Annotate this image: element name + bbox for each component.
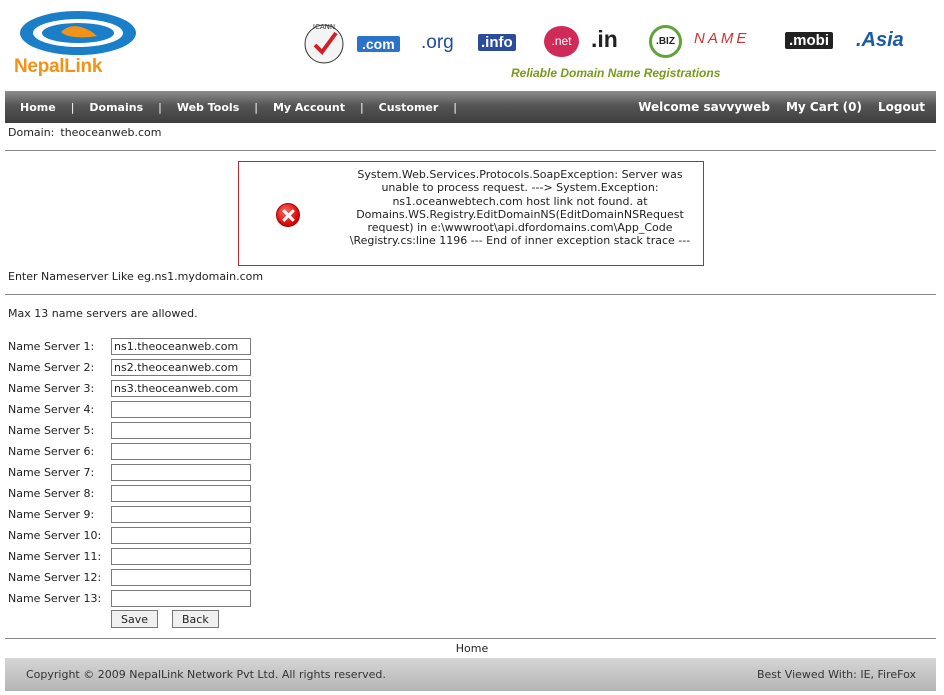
max-nameservers-note: Max 13 name servers are allowed. xyxy=(8,307,198,320)
nameserver-row: Name Server 13: xyxy=(8,588,251,609)
info-logo: .info xyxy=(478,34,516,51)
domain-label: Domain: xyxy=(8,126,55,139)
nameserver-2-input[interactable] xyxy=(111,359,251,376)
nameserver-label: Name Server 4: xyxy=(8,403,95,416)
nepallink-globe-icon xyxy=(20,11,136,55)
nameserver-label: Name Server 8: xyxy=(8,487,95,500)
domain-info: Domain: theoceanweb.com xyxy=(8,126,161,139)
nameserver-label: Name Server 7: xyxy=(8,466,95,479)
divider xyxy=(5,294,936,295)
in-logo: .in xyxy=(591,26,618,52)
nameserver-row: Name Server 6: xyxy=(8,441,251,462)
nameserver-11-input[interactable] xyxy=(111,548,251,565)
nameserver-row: Name Server 10: xyxy=(8,525,251,546)
nameserver-1-input[interactable] xyxy=(111,338,251,355)
nameserver-12-input[interactable] xyxy=(111,569,251,586)
tagline: Reliable Domain Name Registrations xyxy=(511,66,721,80)
nameserver-label: Name Server 6: xyxy=(8,445,95,458)
nameserver-row: Name Server 7: xyxy=(8,462,251,483)
nameserver-label: Name Server 9: xyxy=(8,508,95,521)
nav-customer[interactable]: Customer xyxy=(379,101,439,114)
nameserver-label: Name Server 10: xyxy=(8,529,102,542)
divider xyxy=(5,638,936,639)
nameserver-row: Name Server 11: xyxy=(8,546,251,567)
tld-logos-strip: ICANN .com .org .info .net .in .BIZ NAME… xyxy=(300,20,930,70)
brand-name: NepalLink xyxy=(14,56,103,77)
nameserver-hint: Enter Nameserver Like eg.ns1.mydomain.co… xyxy=(8,270,264,283)
nameserver-8-input[interactable] xyxy=(111,485,251,502)
nameserver-label: Name Server 5: xyxy=(8,424,95,437)
nameserver-5-input[interactable] xyxy=(111,422,251,439)
nameserver-row: Name Server 1: xyxy=(8,336,251,357)
nameserver-form: Name Server 1: Name Server 2: Name Serve… xyxy=(8,336,251,609)
nameserver-7-input[interactable] xyxy=(111,464,251,481)
nameserver-row: Name Server 9: xyxy=(8,504,251,525)
best-viewed-text: Best Viewed With: IE, FireFox xyxy=(756,668,916,681)
main-nav: Home | Domains | Web Tools | My Account … xyxy=(5,91,936,123)
svg-text:ICANN: ICANN xyxy=(313,23,335,31)
biz-logo: .BIZ xyxy=(649,25,682,58)
nav-separator: | xyxy=(254,101,258,114)
com-logo: .com xyxy=(357,36,400,52)
nameserver-row: Name Server 12: xyxy=(8,567,251,588)
nepallink-logo[interactable]: NepalLink xyxy=(12,10,142,80)
copyright-text: Copyright © 2009 NepalLink Network Pvt L… xyxy=(26,668,386,681)
nav-separator: | xyxy=(453,101,458,114)
name-logo: NAME xyxy=(694,30,750,47)
footer: Copyright © 2009 NepalLink Network Pvt L… xyxy=(5,658,936,691)
nameserver-4-input[interactable] xyxy=(111,401,251,418)
nameserver-row: Name Server 2: xyxy=(8,357,251,378)
nav-domains[interactable]: Domains xyxy=(89,101,143,114)
nameserver-label: Name Server 11: xyxy=(8,550,102,563)
org-logo: .org xyxy=(421,32,454,53)
my-cart-link[interactable]: My Cart (0) xyxy=(786,100,862,114)
nameserver-label: Name Server 3: xyxy=(8,382,95,395)
error-message-box: System.Web.Services.Protocols.SoapExcept… xyxy=(238,161,704,266)
nameserver-row: Name Server 8: xyxy=(8,483,251,504)
nameserver-6-input[interactable] xyxy=(111,443,251,460)
nameserver-13-input[interactable] xyxy=(111,590,251,607)
nameserver-row: Name Server 3: xyxy=(8,378,251,399)
save-button[interactable]: Save xyxy=(111,610,159,628)
nav-web-tools[interactable]: Web Tools xyxy=(177,101,239,114)
nameserver-label: Name Server 12: xyxy=(8,571,102,584)
divider xyxy=(5,150,936,151)
net-logo: .net xyxy=(544,26,579,57)
domain-value: theoceanweb.com xyxy=(60,126,162,139)
nameserver-label: Name Server 13: xyxy=(8,592,102,605)
nameserver-label: Name Server 1: xyxy=(8,340,95,353)
welcome-text: Welcome savvyweb xyxy=(638,100,770,114)
nav-separator: | xyxy=(359,101,364,114)
error-icon xyxy=(276,203,300,227)
nameserver-row: Name Server 5: xyxy=(8,420,251,441)
error-message-text: System.Web.Services.Protocols.SoapExcept… xyxy=(349,168,691,248)
nameserver-3-input[interactable] xyxy=(111,380,251,397)
footer-home-link[interactable]: Home xyxy=(0,642,944,655)
nameserver-label: Name Server 2: xyxy=(8,361,95,374)
logout-link[interactable]: Logout xyxy=(878,100,925,114)
nav-home[interactable]: Home xyxy=(20,101,56,114)
nameserver-row: Name Server 4: xyxy=(8,399,251,420)
nav-separator: | xyxy=(70,101,75,114)
icann-accredited-registrar-logo: ICANN xyxy=(304,23,344,64)
nav-my-account[interactable]: My Account xyxy=(273,101,345,114)
nameserver-10-input[interactable] xyxy=(111,527,251,544)
mobi-logo: .mobi xyxy=(785,32,833,49)
nameserver-9-input[interactable] xyxy=(111,506,251,523)
asia-logo: .Asia xyxy=(856,29,904,51)
back-button[interactable]: Back xyxy=(172,610,219,628)
nav-separator: | xyxy=(158,101,162,114)
header: NepalLink ICANN .com .org .info .net .in… xyxy=(0,0,944,90)
